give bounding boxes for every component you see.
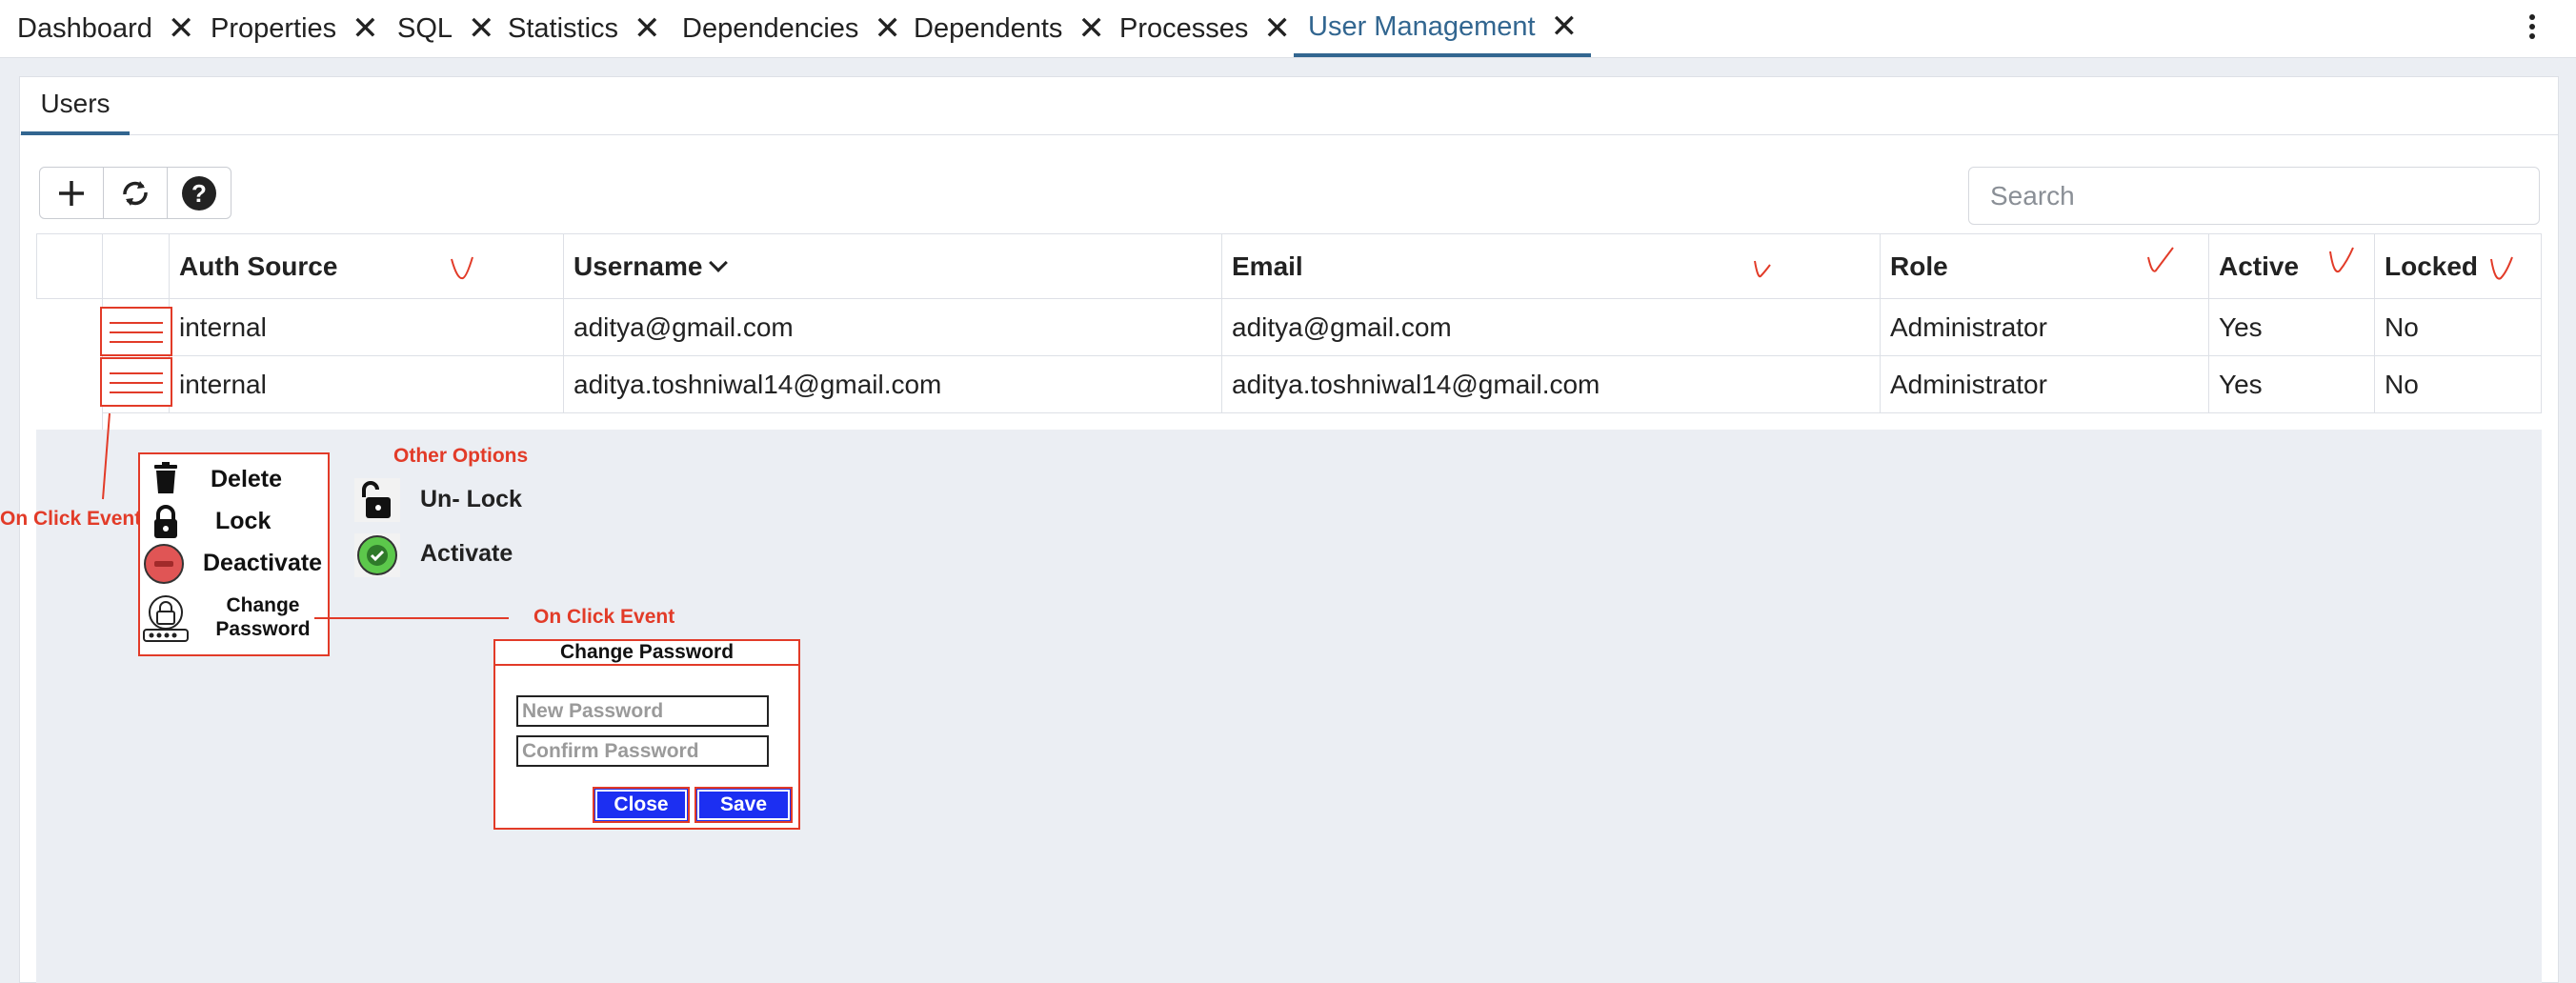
annotation-connector xyxy=(102,412,111,500)
tab-dependencies[interactable]: Dependencies ✕ xyxy=(682,0,901,57)
close-icon[interactable]: ✕ xyxy=(352,12,379,45)
tab-sql[interactable]: SQL ✕ xyxy=(397,0,495,57)
row-gutter xyxy=(36,356,103,430)
annotation-on-click-event: On Click Event xyxy=(0,508,142,530)
svg-text:?: ? xyxy=(191,179,207,208)
cell-role: Administrator xyxy=(1881,356,2209,413)
checkmark-annotation-icon xyxy=(2329,247,2354,272)
trash-icon xyxy=(154,462,177,493)
checkmark-annotation-icon xyxy=(2147,247,2174,272)
cell-role: Administrator xyxy=(1881,299,2209,356)
close-button[interactable]: Close xyxy=(593,787,690,823)
header-label: Username xyxy=(574,251,703,281)
tab-processes[interactable]: Processes ✕ xyxy=(1119,0,1291,57)
tab-label: Dashboard xyxy=(17,12,152,44)
header-email[interactable]: Email xyxy=(1222,233,1881,299)
tab-label: User Management xyxy=(1308,10,1536,42)
close-icon[interactable]: ✕ xyxy=(1551,10,1579,43)
deactivate-icon xyxy=(144,544,184,584)
row-menu-button[interactable] xyxy=(100,357,172,407)
cell-username: aditya@gmail.com xyxy=(564,299,1222,356)
tab-users[interactable]: Users xyxy=(21,76,130,135)
cell-auth-source: internal xyxy=(170,299,564,356)
menu-item-lock[interactable]: Lock xyxy=(215,508,271,535)
header-label: Auth Source xyxy=(179,251,338,281)
subtab-bar xyxy=(19,76,2559,135)
cell-username: aditya.toshniwal14@gmail.com xyxy=(564,356,1222,413)
cell-locked: No xyxy=(2375,356,2542,413)
cell-email: aditya@gmail.com xyxy=(1222,299,1881,356)
annotation-connector xyxy=(314,617,509,619)
header-label: Role xyxy=(1890,251,1948,281)
cell-email: aditya.toshniwal14@gmail.com xyxy=(1222,356,1881,413)
tab-user-management[interactable]: User Management ✕ xyxy=(1294,0,1592,57)
menu-item-deactivate[interactable]: Deactivate xyxy=(203,550,322,577)
tab-label: Users xyxy=(40,89,111,118)
checkmark-annotation-icon xyxy=(451,256,473,280)
menu-item-change-password[interactable]: Change Password xyxy=(207,593,319,641)
unlock-icon xyxy=(354,478,400,522)
tab-dashboard[interactable]: Dashboard ✕ xyxy=(17,0,194,57)
checkmark-annotation-icon xyxy=(1754,260,1771,278)
confirm-password-input[interactable] xyxy=(516,735,769,767)
option-activate[interactable]: Activate xyxy=(420,540,513,568)
header-expand-column xyxy=(36,233,103,299)
tab-dependents[interactable]: Dependents ✕ xyxy=(914,0,1105,57)
tab-label: Dependents xyxy=(914,12,1063,44)
refresh-icon xyxy=(123,180,148,206)
menu-item-delete[interactable]: Delete xyxy=(211,466,282,493)
menu-item-label: Change xyxy=(226,594,300,616)
header-label: Email xyxy=(1232,251,1303,281)
cell-active: Yes xyxy=(2209,299,2375,356)
checkmark-annotation-icon xyxy=(2490,256,2513,280)
close-icon[interactable]: ✕ xyxy=(874,12,901,45)
refresh-button[interactable] xyxy=(103,167,168,219)
add-button[interactable] xyxy=(39,167,104,219)
activate-icon xyxy=(354,533,400,577)
tab-bar: Dashboard ✕ Properties ✕ SQL ✕ Statistic… xyxy=(0,0,2576,58)
tab-statistics[interactable]: Statistics ✕ xyxy=(508,0,661,57)
option-unlock[interactable]: Un- Lock xyxy=(420,486,522,513)
row-menu-button[interactable] xyxy=(100,307,172,356)
more-options-icon[interactable] xyxy=(2525,11,2540,46)
dialog-title: Change Password xyxy=(495,641,798,666)
plus-icon xyxy=(59,180,84,206)
header-username[interactable]: Username xyxy=(564,233,1222,299)
row-action-menu: Delete Lock Deactivate Change Password xyxy=(138,452,330,656)
new-password-input[interactable] xyxy=(516,695,769,727)
close-icon[interactable]: ✕ xyxy=(168,12,195,45)
save-button[interactable]: Save xyxy=(694,787,793,823)
header-auth-source[interactable]: Auth Source xyxy=(170,233,564,299)
search-input[interactable] xyxy=(1968,167,2540,225)
tab-label: Processes xyxy=(1119,12,1249,44)
cell-active: Yes xyxy=(2209,356,2375,413)
row-gutter xyxy=(36,299,103,356)
tab-label: Statistics xyxy=(508,12,619,44)
header-label: Locked xyxy=(2385,251,2479,281)
cell-auth-source: internal xyxy=(170,356,564,413)
cell-locked: No xyxy=(2375,299,2542,356)
lock-icon xyxy=(154,505,177,538)
header-label: Active xyxy=(2219,251,2300,281)
close-icon[interactable]: ✕ xyxy=(634,12,661,45)
menu-item-label: Password xyxy=(215,618,311,640)
help-icon: ? xyxy=(182,175,216,211)
password-lock-icon xyxy=(143,595,189,642)
annotation-on-click-event: On Click Event xyxy=(533,606,675,628)
close-icon[interactable]: ✕ xyxy=(1077,12,1105,45)
sort-descending-icon xyxy=(709,252,729,272)
tab-label: Dependencies xyxy=(682,12,859,44)
tab-properties[interactable]: Properties ✕ xyxy=(211,0,379,57)
help-button[interactable]: ? xyxy=(167,167,231,219)
tab-label: Properties xyxy=(211,12,337,44)
close-icon[interactable]: ✕ xyxy=(468,12,495,45)
header-action-column xyxy=(103,233,170,299)
tab-label: SQL xyxy=(397,12,453,44)
close-icon[interactable]: ✕ xyxy=(1263,12,1291,45)
annotation-other-options: Other Options xyxy=(393,445,529,467)
change-password-dialog: Change Password Close Save xyxy=(493,639,800,830)
